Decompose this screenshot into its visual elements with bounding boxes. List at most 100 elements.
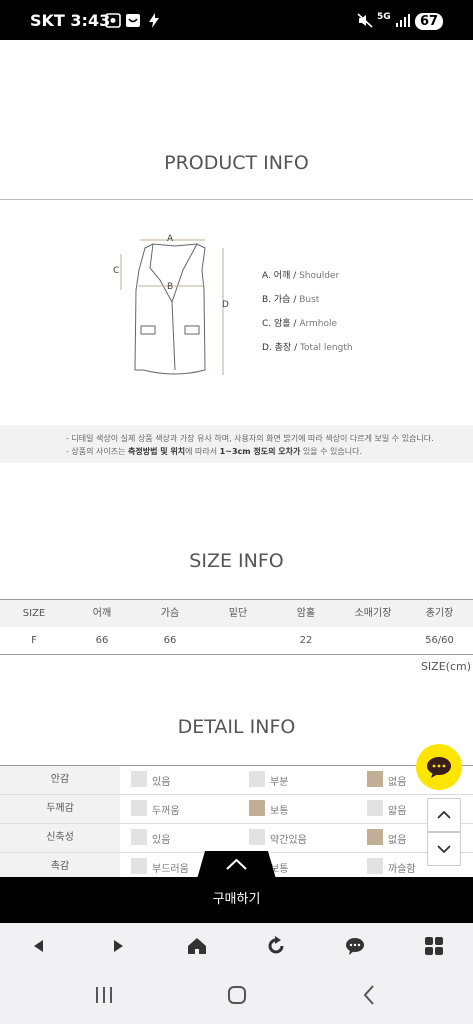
vest-diagram (120, 239, 224, 375)
option-label: 없음 (388, 777, 407, 788)
measure-label: B. 가슴 / (262, 295, 297, 305)
notice-text: - 상품의 사이즈는 (66, 447, 129, 456)
notice-line-2: - 상품의 사이즈는 측정방법 및 위치에 따라서 1~3cm 정도의 오차가 … (66, 446, 362, 457)
scroll-top-button[interactable] (427, 798, 461, 832)
status-bar: SKT 3:43 5G 67 (0, 0, 473, 40)
option-label: 얇음 (388, 806, 407, 817)
measure-label-en: Armhole (299, 319, 338, 329)
option-box-selected (249, 800, 265, 816)
notice-line-1: - 디테일 색상이 실제 상품 색상과 가장 유사 하며, 사용자의 화면 밝기… (66, 434, 434, 443)
diagram-label-a: A (167, 234, 174, 244)
size-info-title: SIZE INFO (189, 550, 284, 572)
system-nav-bar (0, 969, 473, 1024)
diagram-label-d: D (222, 300, 229, 310)
option-box (131, 800, 147, 816)
table-cell: 56/60 (425, 635, 454, 646)
lightning-icon (149, 13, 159, 28)
mute-icon (357, 13, 373, 28)
kakao-chat-button[interactable] (416, 744, 462, 790)
detail-row-lining: 안감 있음 부분 없음 (0, 766, 473, 795)
carrier-time: SKT 3:43 (30, 11, 111, 30)
detail-row-stretch: 신축성 있음 약간있음 없음 (0, 824, 473, 853)
option-label: 두꺼움 (152, 806, 180, 817)
refresh-icon[interactable] (264, 934, 288, 958)
option-label: 부분 (270, 777, 289, 788)
detail-row-label: 두께감 (0, 795, 120, 823)
header-cell: 가슴 (160, 608, 180, 619)
scroll-bottom-button[interactable] (427, 832, 461, 866)
size-table: SIZE 어깨 가슴 밑단 암홀 소매기장 총기장 F 66 66 22 56/… (0, 599, 473, 655)
option-label: 부드러움 (152, 864, 189, 875)
option-label: 있음 (152, 777, 171, 788)
size-unit-label: SIZE(cm) (420, 660, 471, 673)
measure-label-en: Shoulder (299, 271, 340, 281)
home-button-icon[interactable] (225, 983, 249, 1007)
option-box (367, 800, 383, 816)
measure-label-en: Bust (299, 295, 320, 305)
option-box (367, 858, 383, 874)
option-label: 약간있음 (270, 835, 307, 846)
detail-row-label: 안감 (0, 766, 120, 794)
buy-button[interactable]: 구매하기 (0, 877, 473, 923)
divider (0, 199, 473, 200)
option-label: 보통 (270, 806, 289, 817)
notice-emphasis: 측정방법 및 위치 (128, 447, 186, 456)
product-info-title: PRODUCT INFO (164, 152, 309, 174)
measure-armhole: C. 암홀 / Armhole (262, 316, 337, 329)
signal-icon (396, 14, 410, 27)
measure-label: D. 총장 / (262, 343, 298, 353)
header-cell: 어깨 (92, 608, 112, 619)
header-cell: SIZE (22, 608, 46, 619)
detail-info-title: DETAIL INFO (177, 716, 296, 738)
measure-total-length: D. 총장 / Total length (262, 340, 353, 353)
table-cell: 22 (299, 635, 313, 646)
measure-label-en: Total length (299, 343, 353, 353)
option-label: 까슬함 (388, 864, 416, 875)
measure-label: C. 암홀 / (262, 319, 297, 329)
menu-grid-icon[interactable] (422, 934, 446, 958)
header-cell: 암홀 (296, 608, 316, 619)
table-row: F 66 66 22 56/60 (0, 627, 473, 655)
option-box-selected (367, 771, 383, 787)
table-cell (340, 627, 406, 655)
option-box (131, 829, 147, 845)
measure-shoulder: A. 어깨 / Shoulder (262, 268, 339, 281)
detail-row-thickness: 두께감 두꺼움 보통 얇음 (0, 795, 473, 824)
table-cell: 66 (95, 635, 109, 646)
notification-icon (126, 14, 140, 27)
recent-apps-icon[interactable] (92, 983, 116, 1007)
size-table-header: SIZE 어깨 가슴 밑단 암홀 소매기장 총기장 (0, 599, 473, 627)
home-icon[interactable] (185, 934, 209, 958)
talk-icon[interactable] (343, 934, 367, 958)
table-cell (204, 627, 272, 655)
battery-indicator: 67 (415, 13, 443, 30)
back-icon[interactable] (27, 934, 51, 958)
table-cell: F (31, 635, 37, 646)
option-box-selected (367, 829, 383, 845)
back-button-icon[interactable] (358, 983, 382, 1007)
option-box (131, 858, 147, 874)
detail-row-label: 신축성 (0, 824, 120, 852)
header-cell: 총기장 (425, 608, 454, 619)
option-box (131, 771, 147, 787)
option-label: 있음 (152, 835, 171, 846)
option-label: 없음 (388, 835, 407, 846)
option-box (249, 771, 265, 787)
network-label: 5G (377, 12, 391, 22)
header-cell: 소매기장 (354, 608, 392, 619)
chevron-down-icon (437, 845, 451, 854)
table-cell: 66 (163, 635, 177, 646)
header-cell: 밑단 (228, 608, 248, 619)
chat-bubble-icon (427, 757, 451, 778)
diagram-label-c: C (113, 266, 120, 276)
diagram-label-b: B (167, 282, 174, 292)
browser-toolbar (0, 923, 473, 969)
measure-label: A. 어깨 / (262, 271, 297, 281)
chevron-up-icon (437, 810, 451, 819)
buy-bar-toggle[interactable] (197, 851, 276, 879)
screenshot-icon (105, 13, 121, 28)
notice-emphasis: 1~3cm 정도의 오차가 (219, 447, 301, 456)
forward-icon[interactable] (106, 934, 130, 958)
notice-text: 에 따라서 (185, 447, 220, 456)
measure-bust: B. 가슴 / Bust (262, 292, 319, 305)
